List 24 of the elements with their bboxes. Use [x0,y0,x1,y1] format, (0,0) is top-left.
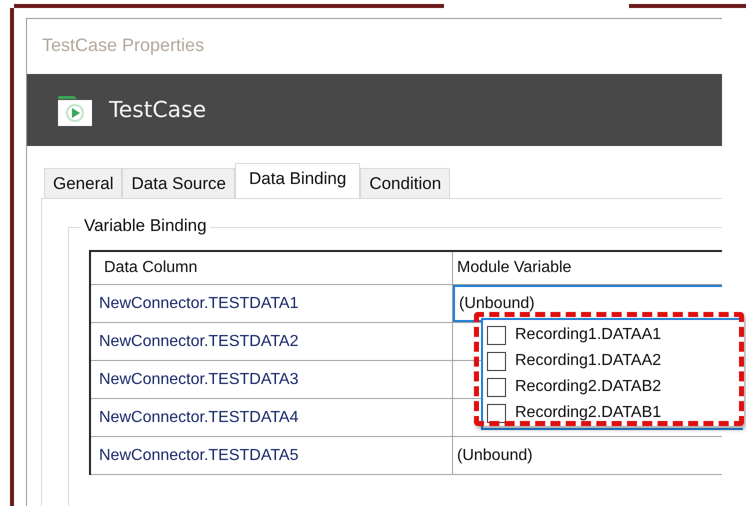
group-title: Variable Binding [81,216,210,236]
tab[interactable]: Data Binding [234,163,360,198]
table-cell: NewConnector.TESTDATA2 [91,323,453,360]
table-cell: NewConnector.TESTDATA3 [91,361,453,398]
table-cell: NewConnector.TESTDATA5 [91,437,453,474]
option-label[interactable]: Recording1.DATAA2 [515,352,662,370]
checkbox[interactable] [487,404,506,422]
header-title: TestCase [109,98,206,122]
option-label[interactable]: Recording1.DATAA1 [515,326,662,344]
column-header: Module Variable [456,258,572,278]
tab[interactable]: General [44,168,122,198]
option-label[interactable]: Recording2.DATAB2 [515,378,662,396]
tab[interactable]: Condition [360,168,450,198]
play-document-icon [58,94,92,126]
option-label[interactable]: Recording2.DATAB1 [515,404,662,422]
table-cell: NewConnector.TESTDATA4 [91,399,453,436]
table-cell: NewConnector.TESTDATA1 [91,285,453,322]
column-header: Data Column [91,252,453,284]
checkbox[interactable] [487,352,506,370]
table-cell[interactable]: (Unbound) [453,437,722,474]
tab[interactable]: Data Source [122,168,235,198]
checkbox[interactable] [487,378,506,396]
checkbox[interactable] [487,326,506,344]
window-title: TestCase Properties [42,35,204,56]
